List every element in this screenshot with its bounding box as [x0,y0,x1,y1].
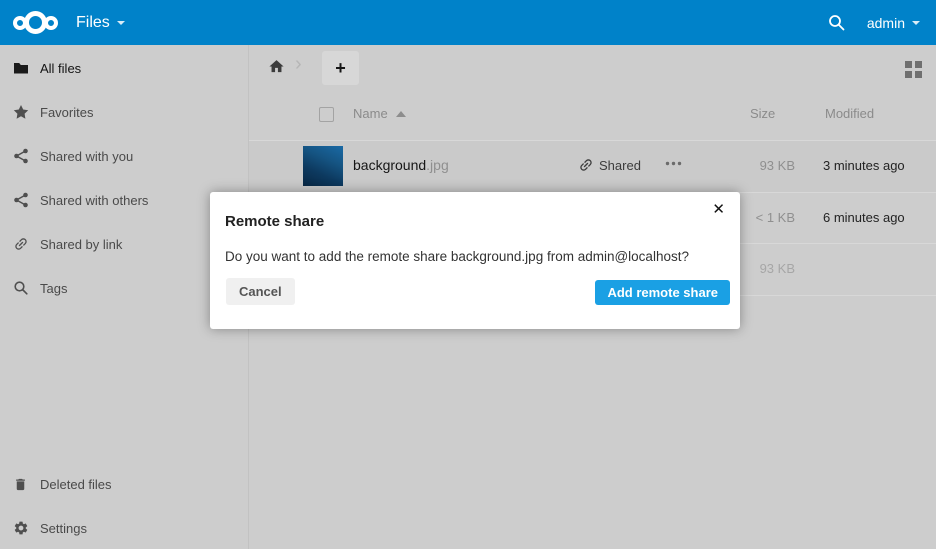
sidebar-item-label: Deleted files [40,477,112,492]
file-row-background-jpg[interactable]: background.jpg Shared 93 KB 3 minutes ag… [249,140,936,193]
sidebar-item-label: Tags [40,281,67,296]
folder-icon [13,60,29,76]
select-all-checkbox[interactable] [319,107,334,122]
file-size: 93 KB [700,158,795,173]
tag-icon [13,280,29,296]
sidebar-item-shared-with-you[interactable]: Shared with you [0,134,249,178]
sidebar-item-label: Favorites [40,105,93,120]
shared-status-button[interactable]: Shared [578,157,641,173]
user-name: admin [867,15,905,31]
grid-icon [905,61,922,78]
home-icon [268,58,285,75]
gear-icon [13,520,29,536]
column-header-name[interactable]: Name [353,106,406,121]
sidebar-item-label: Settings [40,521,87,536]
file-modified: 6 minutes ago [823,210,905,225]
file-modified: 3 minutes ago [823,158,905,173]
more-icon [665,161,682,166]
plus-icon: + [335,58,346,78]
nextcloud-window: Files admin All files [0,0,936,549]
search-button[interactable] [828,14,845,31]
chevron-down-icon [117,21,125,25]
sidebar-item-label: Shared with others [40,193,148,208]
file-table-header: Name Size Modified [249,90,936,140]
column-header-size[interactable]: Size [750,106,775,121]
top-header-bar: Files admin [0,0,936,45]
share-icon [13,192,29,208]
app-menu-toggle[interactable]: Files [76,0,125,45]
search-icon [828,14,845,31]
sidebar-item-label: Shared with you [40,149,133,164]
trash-icon [13,476,29,492]
app-title: Files [76,14,110,32]
breadcrumb-home[interactable] [268,58,285,75]
sidebar-item-all-files[interactable]: All files [0,46,249,90]
sidebar-item-label: Shared by link [40,237,122,252]
link-icon [13,236,29,252]
shared-status-label: Shared [599,158,641,173]
file-name[interactable]: background.jpg [353,157,449,173]
close-icon[interactable]: ✕ [708,198,729,220]
dialog-title: Remote share [225,213,324,230]
file-extension: .jpg [426,157,449,173]
sidebar-item-label: All files [40,61,81,76]
add-remote-share-button[interactable]: Add remote share [595,280,730,305]
share-icon [13,148,29,164]
column-header-modified[interactable]: Modified [825,106,874,121]
sidebar-item-favorites[interactable]: Favorites [0,90,249,134]
file-thumbnail[interactable] [303,146,343,186]
star-icon [13,104,29,120]
chevron-down-icon [912,21,920,25]
remote-share-dialog: ✕ Remote share Do you want to add the re… [210,192,740,329]
sort-ascending-icon [396,111,406,117]
breadcrumb-separator-icon: › [295,53,302,76]
sidebar-item-settings[interactable]: Settings [0,506,249,549]
dialog-message: Do you want to add the remote share back… [225,249,689,264]
cancel-button[interactable]: Cancel [226,278,295,305]
logo-circle-right [44,16,58,30]
nextcloud-logo[interactable] [13,9,71,36]
grid-view-toggle[interactable] [905,61,922,78]
user-menu-toggle[interactable]: admin [867,15,920,31]
sidebar-item-deleted-files[interactable]: Deleted files [0,462,249,506]
new-file-button[interactable]: + [322,51,359,85]
link-icon [578,157,594,173]
more-actions-button[interactable] [665,161,682,166]
